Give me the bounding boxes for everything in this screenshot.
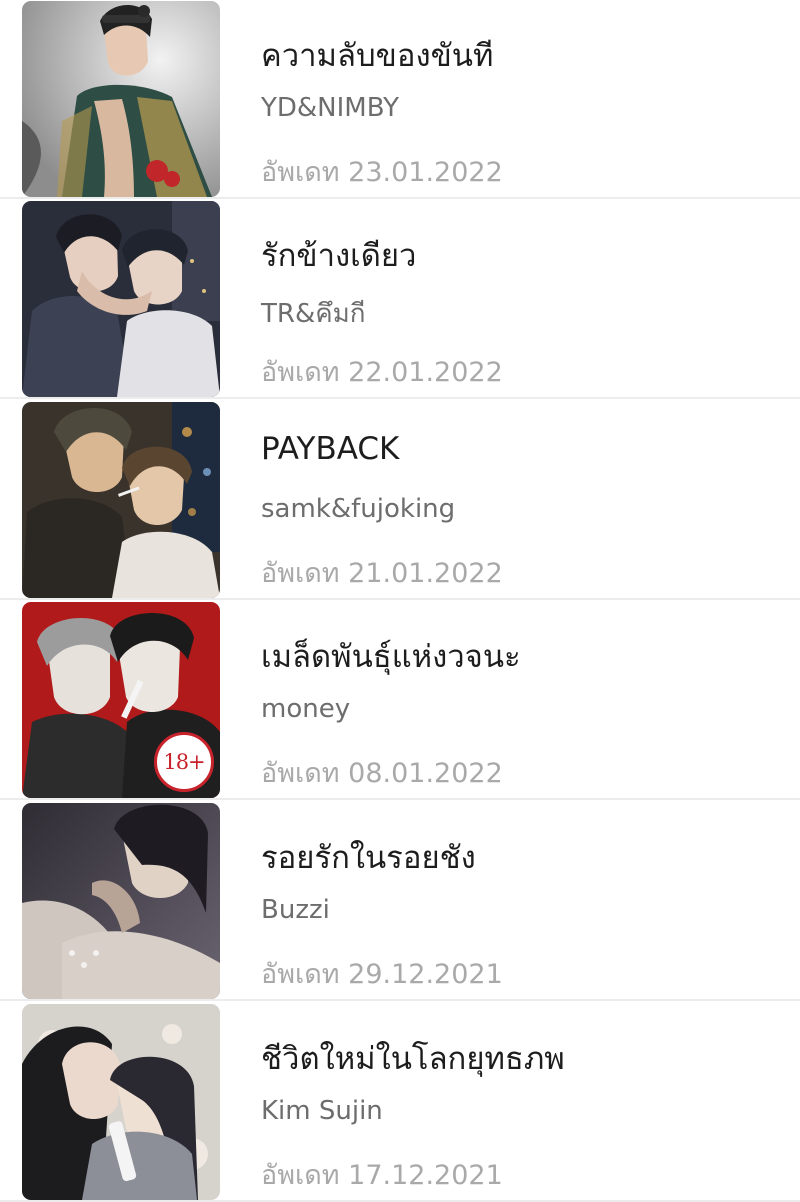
cover-image[interactable]: 18+ (22, 602, 220, 798)
comic-title: รอยรักในรอยชัง (261, 840, 476, 876)
update-date: อัพเดท 21.01.2022 (261, 558, 503, 589)
update-date: อัพเดท 08.01.2022 (261, 758, 503, 789)
age-rating-badge: 18+ (154, 732, 214, 792)
cover-illustration-icon (22, 201, 220, 397)
cover-image[interactable] (22, 402, 220, 598)
comic-author: Buzzi (261, 895, 330, 925)
comic-title: PAYBACK (261, 431, 400, 467)
list-item[interactable]: ความลับของขันที YD&NIMBY อัพเดท 23.01.20… (0, 0, 800, 199)
update-date: อัพเดท 22.01.2022 (261, 357, 503, 388)
cover-image[interactable] (22, 201, 220, 397)
cover-image[interactable] (22, 1, 220, 197)
comic-author: TR&คึมกี (261, 299, 366, 329)
comic-title: เมล็ดพันธุ์แห่งวจนะ (261, 639, 521, 675)
cover-illustration-icon (22, 1, 220, 197)
cover-image[interactable] (22, 1004, 220, 1200)
list-item[interactable]: 18+ เมล็ดพันธุ์แห่งวจนะ money อัพเดท 08.… (0, 601, 800, 800)
update-date: อัพเดท 23.01.2022 (261, 157, 503, 188)
cover-illustration-icon (22, 1004, 220, 1200)
cover-illustration-icon (22, 402, 220, 598)
comic-list: ความลับของขันที YD&NIMBY อัพเดท 23.01.20… (0, 0, 800, 1202)
comic-title: ชีวิตใหม่ในโลกยุทธภพ (261, 1041, 565, 1077)
list-item[interactable]: รักข้างเดียว TR&คึมกี อัพเดท 22.01.2022 (0, 200, 800, 399)
comic-title: ความลับของขันที (261, 38, 494, 74)
comic-author: samk&fujoking (261, 494, 456, 524)
comic-author: YD&NIMBY (261, 93, 400, 123)
list-item[interactable]: ชีวิตใหม่ในโลกยุทธภพ Kim Sujin อัพเดท 17… (0, 1003, 800, 1202)
comic-author: Kim Sujin (261, 1096, 383, 1126)
cover-image[interactable] (22, 803, 220, 999)
update-date: อัพเดท 17.12.2021 (261, 1160, 503, 1191)
update-date: อัพเดท 29.12.2021 (261, 959, 503, 990)
list-item[interactable]: รอยรักในรอยชัง Buzzi อัพเดท 29.12.2021 (0, 802, 800, 1001)
list-item[interactable]: PAYBACK samk&fujoking อัพเดท 21.01.2022 (0, 401, 800, 600)
comic-author: money (261, 694, 351, 724)
comic-title: รักข้างเดียว (261, 238, 417, 274)
cover-illustration-icon (22, 803, 220, 999)
